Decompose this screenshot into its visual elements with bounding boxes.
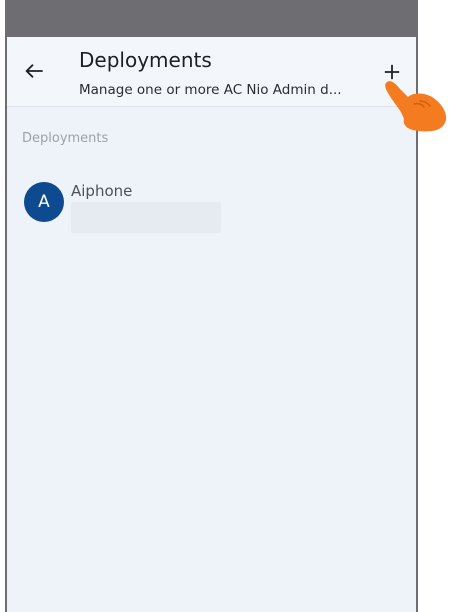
phone-screen: Deployments Manage one or more AC Nio Ad… xyxy=(5,37,418,612)
back-button[interactable] xyxy=(21,58,47,84)
deployment-secondary-text xyxy=(71,202,221,233)
deployment-name: Aiphone xyxy=(71,182,133,200)
page-title: Deployments xyxy=(79,48,212,72)
page-subtitle: Manage one or more AC Nio Admin d... xyxy=(79,82,342,98)
section-header: Deployments xyxy=(22,131,109,146)
app-bar: Deployments Manage one or more AC Nio Ad… xyxy=(7,37,416,107)
avatar: A xyxy=(24,182,64,222)
arrow-left-icon xyxy=(25,64,43,78)
deployment-item[interactable]: A Aiphone xyxy=(15,175,275,235)
add-deployment-button[interactable] xyxy=(380,60,404,84)
status-bar xyxy=(5,0,418,37)
plus-icon xyxy=(384,64,400,80)
